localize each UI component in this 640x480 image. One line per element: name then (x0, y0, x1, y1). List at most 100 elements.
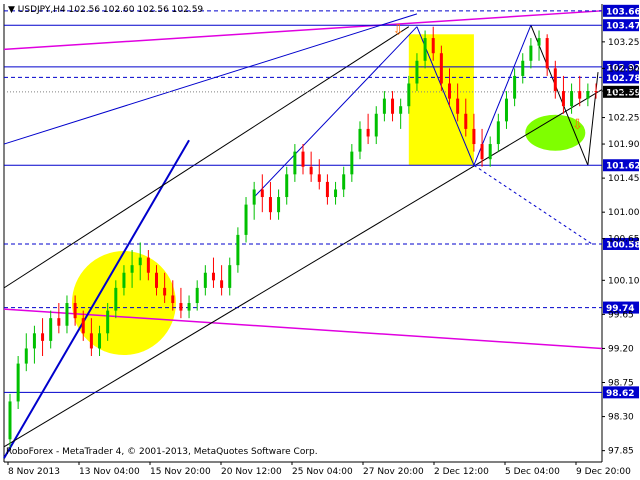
candle-body (228, 265, 232, 288)
down-arrow-icon: ⇩ (393, 22, 405, 38)
x-tick-label: 8 Nov 2013 (8, 467, 60, 477)
candle-body (448, 83, 451, 99)
candle-body (553, 68, 557, 92)
candle-body (277, 197, 281, 213)
candle-body (122, 272, 126, 288)
black-channel-line-upper (3, 26, 410, 289)
candle-body (114, 287, 118, 311)
candle-body (334, 189, 338, 198)
candle-body (138, 257, 142, 266)
candle-body (561, 91, 565, 107)
chart-window: 103.66 103.47 102.92 102.78 102.59 101.62 100.… (0, 0, 640, 480)
candle-body (586, 91, 590, 99)
candle-body (472, 128, 476, 145)
candle-body (285, 174, 289, 198)
candle-body (155, 272, 158, 288)
candle-body (423, 38, 427, 61)
candle-body (317, 174, 321, 182)
candle-body (244, 204, 248, 235)
candle-body (195, 287, 199, 304)
candle-body (342, 174, 346, 190)
candle-body (325, 181, 329, 198)
chart-footer: RoboForex - MetaTrader 4, © 2001-2013, M… (6, 447, 318, 457)
candle-body (382, 98, 386, 114)
x-tick-label: 15 Nov 20:00 (150, 467, 211, 477)
candlestick-chart: 103.66103.47102.92102.78102.59101.62100.… (3, 4, 640, 477)
candle-body (488, 144, 492, 160)
candle-body (415, 60, 419, 84)
price-level-label: 101.62 (606, 162, 640, 172)
candle-body (163, 287, 167, 296)
y-tick-label: 101.00 (608, 208, 640, 218)
y-tick-label: 100.10 (608, 276, 640, 286)
y-tick-label: 100.65 (608, 235, 640, 245)
price-level-label: 98.62 (606, 389, 634, 399)
candle-body (179, 303, 183, 311)
x-tick-label: 5 Dec 04:00 (505, 467, 560, 477)
candle-body (594, 91, 598, 93)
candle-body (146, 257, 150, 273)
x-tick-label: 2 Dec 12:00 (434, 467, 489, 477)
candle-body (89, 333, 93, 349)
candle-body (73, 303, 77, 319)
candle-body (293, 151, 297, 175)
candle-body (407, 83, 411, 107)
candle-body (236, 234, 240, 266)
candle-body (130, 265, 134, 273)
y-tick-label: 102.25 (608, 114, 640, 124)
candle-body (24, 348, 28, 364)
candle-body (106, 310, 110, 334)
x-tick-label: 20 Nov 12:00 (221, 467, 282, 477)
y-tick-label: 98.30 (608, 413, 634, 423)
candle-body (65, 303, 69, 326)
candle-body (32, 333, 36, 349)
candle-body (57, 318, 61, 326)
candle-body (496, 121, 500, 145)
price-level-label: 103.66 (606, 7, 640, 17)
y-tick-label: 97.85 (608, 447, 634, 457)
candle-body (220, 280, 224, 288)
candle-body (464, 113, 468, 129)
down-arrow-icon: ⇩ (572, 117, 584, 133)
candle-body (439, 53, 443, 84)
chart-title: ▼ USDJPY,H4 102.56 102.60 102.56 102.59 (8, 5, 203, 15)
x-tick-label: 9 Dec 20:00 (576, 467, 631, 477)
blue-trend-line-upper (3, 13, 418, 145)
candle-body (41, 333, 45, 341)
candle-body (16, 363, 20, 402)
candle-body (252, 189, 256, 205)
candle-body (366, 128, 370, 137)
candle-body (521, 60, 525, 76)
y-tick-label: 99.65 (608, 310, 634, 320)
candle-body (301, 151, 305, 167)
candle-body (399, 106, 403, 114)
candle-body (260, 189, 264, 198)
candle-body (309, 166, 313, 175)
candle-body (456, 98, 460, 114)
candle-body (171, 295, 175, 304)
candle-body (570, 91, 574, 107)
candle-body (374, 113, 378, 137)
candle-body (98, 333, 102, 349)
y-tick-label: 103.25 (608, 38, 640, 48)
x-tick-label: 25 Nov 04:00 (292, 467, 353, 477)
y-tick-label: 98.75 (608, 379, 634, 389)
candle-body (529, 45, 533, 61)
blue-dotted-projection (473, 164, 593, 245)
candle-body (537, 38, 541, 46)
candle-body (203, 272, 207, 288)
candle-body (211, 272, 215, 281)
y-tick-label: 99.20 (608, 344, 634, 354)
x-tick-label: 13 Nov 04:00 (79, 467, 140, 477)
candle-body (350, 151, 354, 175)
candle-body (431, 38, 435, 54)
candle-body (480, 144, 484, 160)
price-level-label: 103.47 (606, 22, 640, 32)
candle-body (513, 75, 517, 99)
x-tick-label: 27 Nov 20:00 (363, 467, 424, 477)
y-tick-label: 102.90 (608, 64, 640, 74)
candle-body (49, 318, 53, 341)
candle-body (358, 128, 362, 152)
y-tick-label: 101.90 (608, 140, 640, 150)
candle-body (8, 401, 12, 440)
